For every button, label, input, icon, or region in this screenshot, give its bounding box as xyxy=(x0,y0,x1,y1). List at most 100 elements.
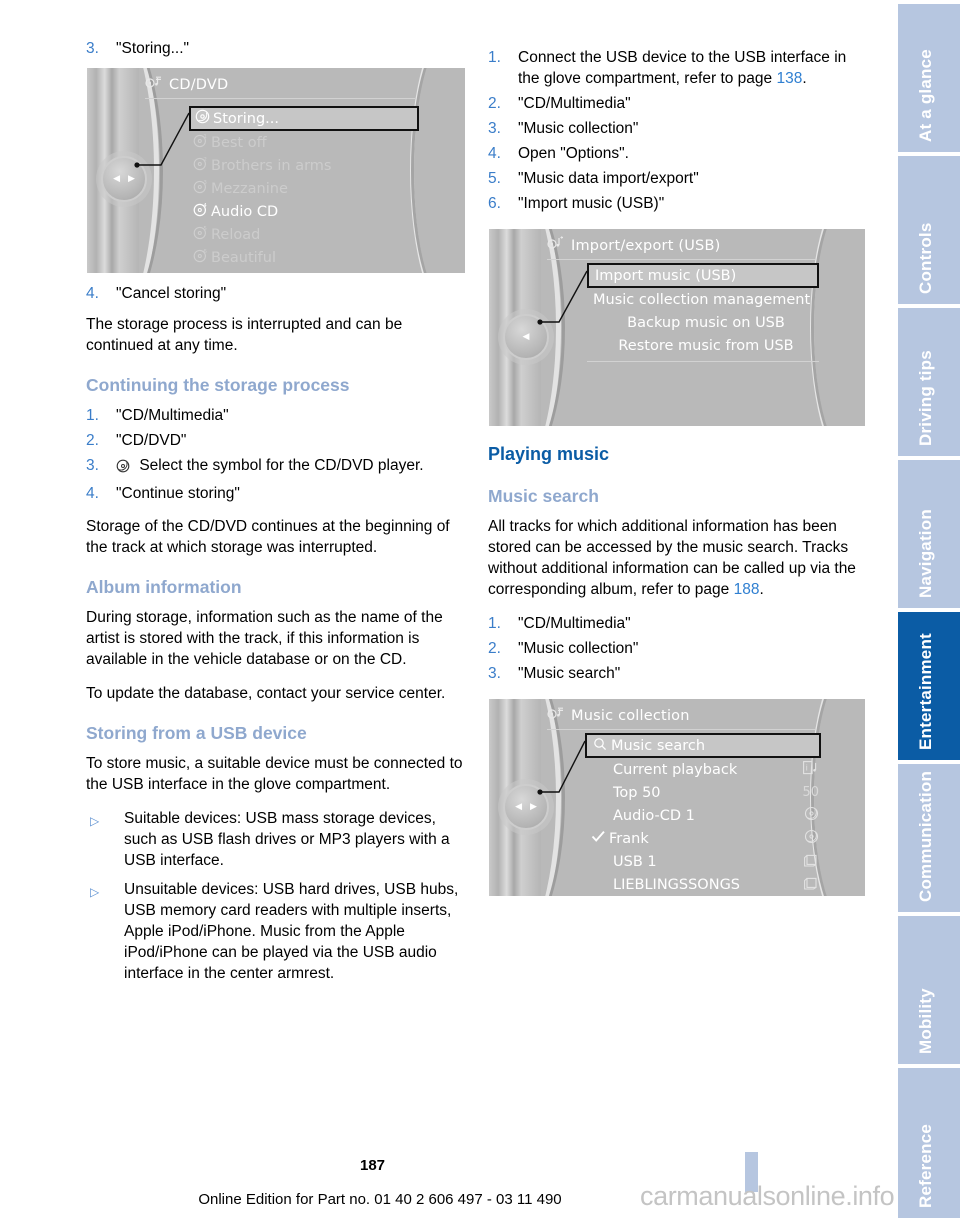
page-reference[interactable]: 188 xyxy=(734,581,760,598)
step-text: "Continue storing" xyxy=(116,485,240,502)
menu-item-label: Best off xyxy=(211,134,267,151)
folder-icon xyxy=(803,853,821,871)
svg-text:4: 4 xyxy=(203,203,207,209)
controller-knob[interactable]: ◀ xyxy=(503,314,549,360)
step-number: 3. xyxy=(488,665,501,682)
menu-item-music-search[interactable]: Music search xyxy=(585,733,821,758)
step-number: 2. xyxy=(488,95,501,112)
sidebar-item-entertainment[interactable]: Entertainment xyxy=(898,612,960,760)
bezel-arc-right-inner xyxy=(411,68,465,273)
screen-divider xyxy=(547,259,815,260)
online-edition-notice: Online Edition for Part no. 01 40 2 606 … xyxy=(198,1191,562,1208)
menu-item-label: USB 1 xyxy=(613,853,657,870)
menu-item-restore-music-from-usb[interactable]: Restore music from USB xyxy=(587,334,819,357)
steps-continuing-storage: 1. "CD/Multimedia" 2. "CD/DVD" 3. Select… xyxy=(86,405,466,504)
tab-label: Reference xyxy=(916,1123,935,1208)
step-item: 4. Open "Options". xyxy=(488,143,866,164)
screen-title-bar: Music collection xyxy=(547,706,690,725)
cd-icon xyxy=(191,109,213,128)
paragraph-music-search: All tracks for which additional informat… xyxy=(488,516,866,600)
menu-item-best-off[interactable]: 1 Best off xyxy=(189,131,419,154)
step-item: 3. "Music search" xyxy=(488,663,866,684)
menu-item-mezzanine[interactable]: 3 Mezzanine xyxy=(189,177,419,200)
menu-item-brothers-in-arms[interactable]: 2 Brothers in arms xyxy=(189,154,419,177)
menu-item-audio-cd-1[interactable]: Audio-CD 1 xyxy=(585,804,821,827)
sidebar-item-controls[interactable]: Controls xyxy=(898,156,960,304)
bullets-usb-devices: ▷ Suitable devices: USB mass storage dev… xyxy=(86,808,466,984)
step-item: 2. "Music collection" xyxy=(488,638,866,659)
import-export-icon xyxy=(547,236,564,255)
screen-menu-list: Music search Current playback i Top 50 5… xyxy=(585,733,821,896)
step-item: 1. "CD/Multimedia" xyxy=(488,613,866,634)
sidebar-item-driving-tips[interactable]: Driving tips xyxy=(898,308,960,456)
menu-item-usb-1[interactable]: USB 1 xyxy=(585,850,821,873)
paragraph-album-1: During storage, information such as the … xyxy=(86,609,443,668)
paragraph-storage-continues: Storage of the CD/DVD continues at the b… xyxy=(86,518,450,556)
screen-title-bar: CD/DVD xyxy=(145,75,228,94)
menu-item-label: Reload xyxy=(211,226,261,243)
sidebar-item-reference[interactable]: Reference xyxy=(898,1068,960,1218)
multimedia-icon xyxy=(145,75,162,94)
sidebar-item-mobility[interactable]: Mobility xyxy=(898,916,960,1064)
menu-item-storing[interactable]: Storing... xyxy=(189,106,419,131)
cd-icon xyxy=(804,806,821,825)
step-item: 3. Select the symbol for the CD/DVD play… xyxy=(86,455,466,479)
menu-item-beautiful[interactable]: 6 Beautiful xyxy=(189,246,419,269)
step-item: 2. "CD/Multimedia" xyxy=(488,93,866,114)
menu-item-music-collection-management[interactable]: Music collection management xyxy=(587,288,819,311)
menu-item-lieblingssongs[interactable]: LIEBLINGSSONGS xyxy=(585,873,821,896)
heading-storing-usb: Storing from a USB device xyxy=(86,723,307,743)
step-number: 3. xyxy=(86,40,99,57)
controller-knob[interactable]: ◀ ▶ xyxy=(101,156,147,202)
menu-item-label: Audio-CD 1 xyxy=(613,807,695,824)
left-column: 3. "Storing..." CD/DVD ◀ ▶ Storing... 1 … xyxy=(86,38,466,994)
arrow-left-icon: ◀ xyxy=(515,801,522,812)
step-text: "Music collection" xyxy=(518,640,639,657)
menu-item-label: LIEBLINGSSONGS xyxy=(613,876,741,893)
sidebar-item-navigation[interactable]: Navigation xyxy=(898,460,960,608)
tab-label: Mobility xyxy=(916,988,935,1054)
triangle-bullet-icon: ▷ xyxy=(90,814,100,828)
cd2-icon: 2 xyxy=(189,156,211,175)
svg-text:2: 2 xyxy=(203,157,207,163)
step-item: 2. "CD/DVD" xyxy=(86,430,466,451)
page-number: 187 xyxy=(359,1157,386,1174)
idrive-screen-cd-dvd: CD/DVD ◀ ▶ Storing... 1 Best off 2 Broth… xyxy=(86,67,466,274)
step-number: 4. xyxy=(86,485,99,502)
menu-item-backup-music-on-usb[interactable]: Backup music on USB xyxy=(587,311,819,334)
steps-usb-import: 1. Connect the USB device to the USB int… xyxy=(488,47,866,214)
screen-menu-list: Storing... 1 Best off 2 Brothers in arms xyxy=(189,106,419,269)
menu-item-current-playback[interactable]: Current playback i xyxy=(585,758,821,781)
menu-item-frank[interactable]: Frank xyxy=(585,827,821,850)
tab-label: Entertainment xyxy=(916,633,935,750)
multimedia-icon xyxy=(547,706,564,725)
folder-icon xyxy=(803,876,821,894)
page-reference[interactable]: 138 xyxy=(776,70,802,87)
paragraph-usb-intro: To store music, a suitable device must b… xyxy=(86,755,463,793)
cd4-icon: 4 xyxy=(189,202,211,221)
cd-icon xyxy=(116,458,131,479)
step-text: Select the symbol for the CD/DVD player. xyxy=(139,457,424,474)
svg-text:6: 6 xyxy=(203,249,207,255)
menu-item-label: Restore music from USB xyxy=(618,337,794,354)
controller-knob[interactable]: ◀ ▶ xyxy=(503,784,549,830)
svg-text:1: 1 xyxy=(203,134,207,140)
step-text: "Import music (USB)" xyxy=(518,195,665,212)
cd6-icon: 6 xyxy=(189,248,211,267)
tab-label: At a glance xyxy=(916,49,935,142)
step-storing-list: 3. "Storing..." xyxy=(86,38,466,59)
step-item: 3. "Storing..." xyxy=(86,38,466,59)
sidebar-item-communication[interactable]: Communication xyxy=(898,764,960,912)
sidebar-item-at-a-glance[interactable]: At a glance xyxy=(898,4,960,152)
step-item: 4. "Cancel storing" xyxy=(86,283,466,304)
step-number: 1. xyxy=(86,407,99,424)
menu-item-top-50[interactable]: Top 50 50 xyxy=(585,781,821,804)
arrow-left-icon: ◀ xyxy=(113,173,120,184)
menu-item-label: Beautiful xyxy=(211,249,276,266)
manual-page: 3. "Storing..." CD/DVD ◀ ▶ Storing... 1 … xyxy=(0,0,960,1222)
menu-item-label: Music collection management xyxy=(593,291,811,308)
menu-item-import-music-usb[interactable]: Import music (USB) xyxy=(587,263,819,288)
menu-item-reload[interactable]: 5 Reload xyxy=(189,223,419,246)
menu-item-audio-cd[interactable]: 4 Audio CD xyxy=(189,200,419,223)
